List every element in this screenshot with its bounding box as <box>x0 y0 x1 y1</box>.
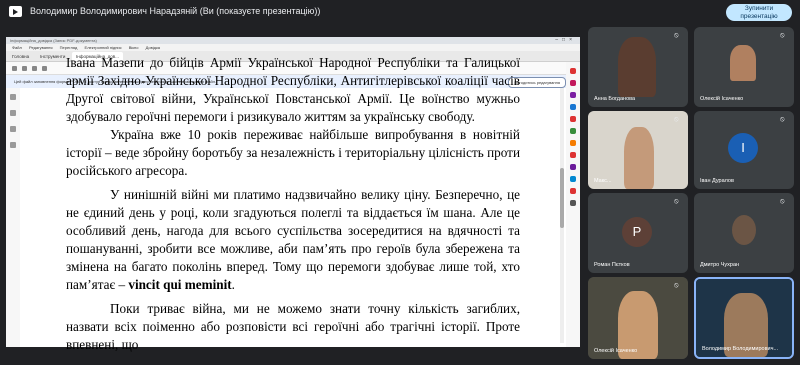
participant-tile[interactable]: P ⦸ Роман Пєтков <box>588 193 688 273</box>
scroll-thumb[interactable] <box>560 168 564 228</box>
participant-tile[interactable]: I ⦸ Іван Дуралов <box>694 111 794 189</box>
attachments-icon[interactable] <box>10 126 16 132</box>
protect-icon[interactable] <box>570 152 576 158</box>
document-page: Івана Мазепи до бійців Армії Української… <box>66 54 520 354</box>
participant-tile[interactable]: ⦸ Олексій Ісаченко <box>694 27 794 107</box>
mic-off-icon: ⦸ <box>780 198 785 205</box>
edit-pdf-icon[interactable] <box>570 80 576 86</box>
menu-sign[interactable]: Електронний підпис <box>85 45 122 50</box>
left-panel <box>6 88 20 347</box>
tab-tools[interactable]: Інструменти <box>36 52 69 61</box>
thumbnails-icon[interactable] <box>10 94 16 100</box>
more-tools-icon[interactable] <box>570 200 576 206</box>
participant-name: Дмитро Чухран <box>700 262 740 268</box>
compress-icon[interactable] <box>570 176 576 182</box>
mic-off-icon: ⦸ <box>780 32 785 39</box>
mic-off-icon: ⦸ <box>674 32 679 39</box>
participant-name: Олексій Ісаченко <box>700 96 744 102</box>
comment-icon[interactable] <box>570 128 576 134</box>
menu-bar: Файл Редагування Перегляд Електронний пі… <box>6 44 580 51</box>
menu-edit[interactable]: Редагування <box>29 45 53 50</box>
mic-off-icon: ⦸ <box>780 116 785 123</box>
participant-name: Іван Дуралов <box>700 178 734 184</box>
participant-name: Макс... <box>594 178 612 184</box>
menu-view[interactable]: Перегляд <box>60 45 78 50</box>
export-pdf-icon[interactable] <box>570 68 576 74</box>
participant-name: Роман Пєтков <box>594 262 630 268</box>
combine-icon[interactable] <box>570 104 576 110</box>
participant-video <box>732 215 756 245</box>
paragraph-3: У нинішній війні ми платимо надзвичайно … <box>66 187 521 292</box>
participant-tile[interactable]: ⦸ Олексій Ісаченко <box>588 277 688 359</box>
paragraph-1: Івана Мазепи до бійців Армії Української… <box>66 55 521 124</box>
bookmarks-icon[interactable] <box>10 110 16 116</box>
participant-avatar: P <box>622 217 652 247</box>
menu-window[interactable]: Вікно <box>129 45 139 50</box>
participant-tile[interactable]: ⦸ Анна Богданова <box>588 27 688 107</box>
motto: vincit qui meminit <box>128 277 232 292</box>
fill-sign-icon[interactable] <box>570 140 576 146</box>
redact-icon[interactable] <box>570 188 576 194</box>
scrollbar[interactable] <box>560 88 564 343</box>
comment-tool-icon[interactable] <box>32 66 37 71</box>
paragraph-4: Поки триває війна, ми не можемо знати то… <box>66 301 521 352</box>
window-title: Інформаційна_довідка (Запис PDF-документ… <box>6 37 580 44</box>
participant-tile[interactable]: ⦸ Макс... <box>588 111 688 189</box>
stop-presenting-button[interactable]: Зупинити презентацію <box>726 4 792 21</box>
participant-tile-self[interactable]: Володимир Володимирович... <box>694 277 794 359</box>
layers-icon[interactable] <box>10 142 16 148</box>
participant-name: Володимир Володимирович... <box>702 346 779 352</box>
request-sign-icon[interactable] <box>570 164 576 170</box>
presentation-icon <box>9 6 22 17</box>
participant-name: Олексій Ісаченко <box>594 348 638 354</box>
mic-off-icon: ⦸ <box>674 116 679 123</box>
select-tool-icon[interactable] <box>22 66 27 71</box>
participant-tile[interactable]: ⦸ Дмитро Чухран <box>694 193 794 273</box>
menu-file[interactable]: Файл <box>12 45 22 50</box>
participant-video <box>618 37 656 97</box>
create-pdf-icon[interactable] <box>570 92 576 98</box>
organize-icon[interactable] <box>570 116 576 122</box>
right-tools-panel <box>566 62 580 347</box>
paragraph-2: Україна вже 10 років переживає найбільше… <box>66 127 521 178</box>
window-controls[interactable]: –□× <box>555 37 576 44</box>
pan-tool-icon[interactable] <box>12 66 17 71</box>
mic-off-icon: ⦸ <box>674 282 679 289</box>
participant-name: Анна Богданова <box>594 96 636 102</box>
presenter-title: Володимир Володимирович Нарадзяній (Ви (… <box>30 6 321 16</box>
menu-help[interactable]: Довідка <box>146 45 160 50</box>
highlight-tool-icon[interactable] <box>42 66 47 71</box>
mic-off-icon: ⦸ <box>674 198 679 205</box>
tab-home[interactable]: Головна <box>8 52 33 61</box>
meeting-topbar: Володимир Володимирович Нарадзяній (Ви (… <box>0 0 800 24</box>
participant-avatar: I <box>728 133 758 163</box>
participant-video <box>730 45 756 81</box>
